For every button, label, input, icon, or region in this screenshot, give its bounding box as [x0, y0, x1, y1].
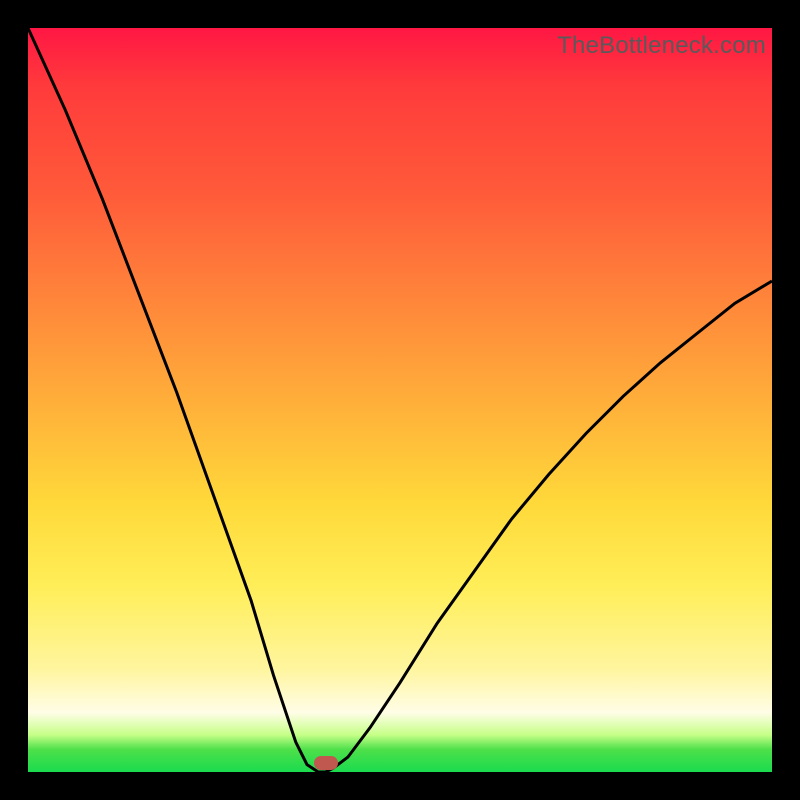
- curve-path: [28, 28, 772, 772]
- minimum-marker: [314, 756, 338, 770]
- bottleneck-curve: [28, 28, 772, 772]
- plot-area: TheBottleneck.com: [28, 28, 772, 772]
